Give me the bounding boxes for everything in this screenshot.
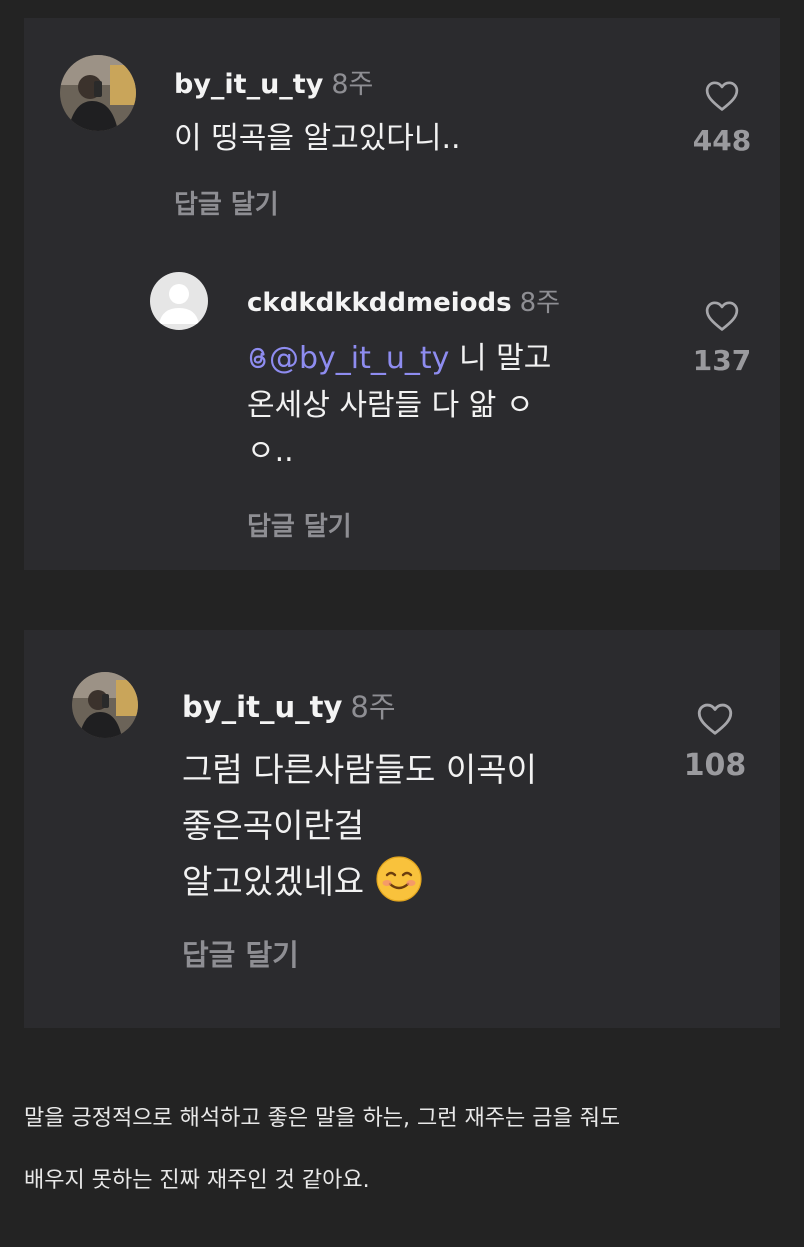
- avatar[interactable]: [60, 55, 136, 131]
- comment-username[interactable]: ckdkdkkddmeiods 8주: [247, 282, 560, 319]
- mention-text[interactable]: @by_it_u_ty: [269, 341, 449, 376]
- comment-username[interactable]: by_it_u_ty 8주: [174, 62, 373, 101]
- avatar[interactable]: [72, 672, 138, 738]
- comment-card: by_it_u_ty 8주 그럼 다른사람들도 이곡이 좋은곡이란걸 알고있겠네요…: [24, 630, 780, 1028]
- like-button[interactable]: 137: [682, 300, 762, 377]
- caption-line: 말을 긍정적으로 해석하고 좋은 말을 하는, 그런 재주는 금을 줘도: [24, 1106, 621, 1131]
- heart-outline-icon[interactable]: [705, 80, 739, 112]
- comment-card: by_it_u_ty 8주 이 띵곡을 알고있다니.. 답글 달기 448 ckd…: [24, 18, 780, 570]
- comment-line-rest: 니 말고: [449, 341, 552, 376]
- reply-button[interactable]: 답글 달기: [247, 506, 352, 543]
- like-count: 448: [692, 124, 752, 157]
- comment-text: 이 띵곡을 알고있다니..: [174, 116, 461, 163]
- comment-time: 8주: [519, 288, 561, 318]
- comment-username[interactable]: by_it_u_ty 8주: [182, 684, 396, 726]
- comment-line: 온세상 사람들 다 앎 ㅇ: [247, 387, 534, 423]
- reply-button[interactable]: 답글 달기: [182, 932, 299, 974]
- comment-line: 좋은곡이란걸: [182, 806, 365, 845]
- comment-line-text: 알고있겠네요: [182, 862, 375, 901]
- username-text[interactable]: by_it_u_ty: [174, 69, 323, 100]
- caption-line: 배우지 못하는 진짜 재주인 것 같아요.: [24, 1168, 370, 1193]
- reply-button[interactable]: 답글 달기: [174, 184, 279, 221]
- avatar[interactable]: [150, 272, 208, 330]
- like-count: 137: [692, 344, 752, 377]
- comment-text: 그럼 다른사람들도 이곡이 좋은곡이란걸 알고있겠네요: [182, 742, 537, 910]
- mention-link[interactable]: @by_it_u_ty: [247, 341, 449, 376]
- username-text[interactable]: by_it_u_ty: [182, 690, 342, 724]
- like-button[interactable]: 448: [682, 80, 762, 157]
- like-count: 108: [683, 748, 747, 783]
- heart-outline-icon[interactable]: [697, 702, 733, 736]
- comment-line: 그럼 다른사람들도 이곡이: [182, 750, 537, 789]
- threads-icon: [249, 347, 266, 369]
- comment-time: 8주: [331, 69, 374, 100]
- post-caption: 말을 긍정적으로 해석하고 좋은 말을 하는, 그런 재주는 금을 줘도 배우지…: [24, 1088, 784, 1212]
- comment-text: @by_it_u_ty 니 말고 온세상 사람들 다 앎 ㅇ ㅇ..: [247, 336, 551, 476]
- heart-outline-icon[interactable]: [705, 300, 739, 332]
- comment-line: 알고있겠네요: [182, 854, 537, 910]
- smiling-face-emoji: [376, 856, 422, 902]
- comment-line: ㅇ..: [247, 434, 294, 469]
- like-button[interactable]: 108: [675, 702, 755, 783]
- comment-line: 이 띵곡을 알고있다니..: [174, 121, 461, 156]
- username-text[interactable]: ckdkdkkddmeiods: [247, 288, 512, 318]
- comment-time: 8주: [350, 690, 396, 724]
- comment-line: @by_it_u_ty 니 말고: [247, 336, 551, 383]
